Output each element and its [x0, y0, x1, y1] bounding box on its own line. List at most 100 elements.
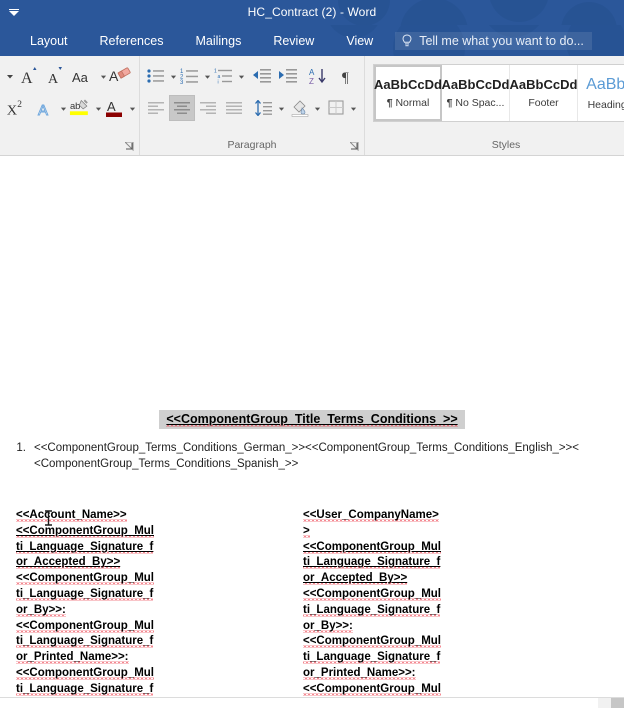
font-color-button[interactable]: A: [102, 95, 128, 121]
style-name-text: Normal: [395, 97, 430, 109]
left-field-by[interactable]: <<ComponentGroup_Multi_Language_Signatur…: [16, 571, 156, 618]
tell-me-label: Tell me what you want to do...: [419, 33, 584, 48]
borders-button[interactable]: [323, 95, 349, 121]
list-item[interactable]: 1. <<ComponentGroup_Terms_Conditions_Ger…: [12, 440, 582, 472]
merge-field-text: <<ComponentGroup_Multi_Language_Signatur…: [16, 666, 154, 697]
borders-icon: [328, 100, 344, 115]
style-item-footer[interactable]: AaBbCcDd Footer: [510, 65, 578, 121]
horizontal-scrollbar[interactable]: [0, 697, 624, 708]
tab-references[interactable]: References: [84, 25, 180, 56]
shading-caret[interactable]: [314, 95, 321, 121]
font-group-row-2: X 2 A ab A: [0, 92, 139, 124]
numbering-button[interactable]: 1 2 3: [177, 63, 203, 89]
paragraph-dialog-launcher[interactable]: [350, 142, 359, 151]
numbering-caret[interactable]: [204, 63, 211, 89]
styles-gallery[interactable]: AaBbCcDd ¶ Normal AaBbCcDd ¶ No Spac... …: [373, 64, 624, 122]
clear-formatting-button[interactable]: A: [107, 63, 135, 89]
multilevel-list-caret[interactable]: [238, 63, 245, 89]
align-left-icon: [148, 102, 164, 114]
bullets-button[interactable]: [143, 63, 169, 89]
style-item-no-spacing[interactable]: AaBbCcDd ¶ No Spac...: [442, 65, 510, 121]
merge-field-text: <<ComponentGroup_Multi_Language_Signatur…: [303, 682, 441, 697]
style-preview: AaBbC: [586, 75, 624, 93]
right-field-date[interactable]: <<ComponentGroup_Multi_Language_Signatur…: [303, 682, 443, 697]
shrink-font-button[interactable]: A: [43, 63, 69, 89]
shrink-font-icon: A: [48, 67, 62, 87]
ribbon-group-styles: AaBbCcDd ¶ Normal AaBbCcDd ¶ No Spac... …: [365, 56, 624, 155]
grow-font-button[interactable]: A: [17, 63, 43, 89]
font-dialog-launcher[interactable]: [125, 142, 134, 151]
style-item-normal[interactable]: AaBbCcDd ¶ Normal: [374, 65, 442, 121]
chevron-down-icon: [204, 75, 211, 79]
shading-button[interactable]: [287, 95, 313, 121]
list-item-number: 1.: [16, 442, 26, 454]
style-preview: AaBbCcDd: [374, 77, 442, 92]
title-merge-field[interactable]: <<ComponentGroup_Title_Terms_Conditions_…: [159, 410, 465, 429]
horizontal-scrollbar-track-end[interactable]: [611, 698, 624, 708]
borders-caret[interactable]: [350, 95, 357, 121]
show-formatting-marks-button[interactable]: ¶: [335, 63, 361, 89]
text-effects-button[interactable]: A: [33, 95, 59, 121]
line-spacing-button[interactable]: [251, 95, 277, 121]
svg-text:A: A: [107, 99, 116, 114]
superscript-icon: X 2: [7, 100, 22, 119]
title-merge-field-text: <<ComponentGroup_Title_Terms_Conditions_…: [166, 412, 458, 426]
horizontal-scrollbar-thumb[interactable]: [0, 698, 598, 708]
svg-text:2: 2: [17, 100, 22, 110]
highlight-icon: ab: [70, 99, 89, 116]
left-field-date[interactable]: <<ComponentGroup_Multi_Language_Signatur…: [16, 666, 156, 697]
font-color-caret[interactable]: [129, 95, 136, 121]
highlight-caret[interactable]: [95, 95, 102, 121]
increase-indent-button[interactable]: [275, 63, 301, 89]
justify-button[interactable]: [221, 95, 247, 121]
font-group-row-1: A A Aa A: [0, 60, 139, 92]
text-effects-caret[interactable]: [60, 95, 67, 121]
document-area[interactable]: <<ComponentGroup_Title_Terms_Conditions_…: [0, 156, 624, 697]
bullets-caret[interactable]: [170, 63, 177, 89]
merge-field-text: <<ComponentGroup_Multi_Language_Signatur…: [16, 524, 154, 569]
decrease-indent-button[interactable]: [249, 63, 275, 89]
tab-review[interactable]: Review: [257, 25, 330, 56]
style-item-heading-1[interactable]: AaBbC Heading 1: [578, 65, 624, 121]
align-right-button[interactable]: [195, 95, 221, 121]
merge-field-text: <<Account_Name>>: [16, 509, 127, 521]
align-left-button[interactable]: [143, 95, 169, 121]
svg-text:X: X: [7, 103, 17, 119]
lightbulb-icon: [402, 33, 412, 46]
styles-group-footer: Styles: [365, 135, 624, 155]
left-field-account-name[interactable]: <<Account_Name>>: [16, 508, 156, 524]
right-field-by[interactable]: <<ComponentGroup_Multi_Language_Signatur…: [303, 587, 443, 634]
document-page[interactable]: <<ComponentGroup_Title_Terms_Conditions_…: [0, 156, 624, 697]
sort-button[interactable]: A Z: [305, 63, 331, 89]
tab-view[interactable]: View: [330, 25, 389, 56]
right-field-accepted-by[interactable]: <<ComponentGroup_Multi_Language_Signatur…: [303, 540, 443, 587]
paragraph-group-footer: Paragraph: [140, 135, 364, 155]
font-color-icon: A: [106, 99, 122, 117]
right-field-user-company-name[interactable]: <<User_CompanyName>>: [303, 508, 443, 540]
superscript-button[interactable]: X 2: [3, 95, 33, 121]
change-case-caret[interactable]: [100, 63, 107, 89]
multilevel-list-button[interactable]: 1 a i: [211, 63, 237, 89]
font-size-combo-caret[interactable]: [3, 63, 17, 89]
align-right-icon: [200, 102, 216, 114]
line-spacing-icon: [255, 100, 272, 116]
chevron-down-icon: [314, 107, 321, 111]
text-highlight-color-button[interactable]: ab: [67, 95, 94, 121]
text-effects-icon: A: [38, 102, 49, 119]
right-field-printed-name[interactable]: <<ComponentGroup_Multi_Language_Signatur…: [303, 634, 443, 681]
tell-me-search[interactable]: Tell me what you want to do...: [395, 31, 592, 50]
style-name-text: Footer: [528, 97, 559, 109]
line-spacing-caret[interactable]: [278, 95, 285, 121]
left-field-printed-name[interactable]: <<ComponentGroup_Multi_Language_Signatur…: [16, 619, 156, 666]
tab-mailings[interactable]: Mailings: [179, 25, 257, 56]
align-center-button[interactable]: [169, 95, 195, 121]
style-preview: AaBbCcDd: [441, 77, 510, 92]
chevron-down-icon: [170, 75, 177, 79]
style-label: Footer: [528, 97, 558, 109]
svg-text:A: A: [21, 70, 33, 87]
tab-layout[interactable]: Layout: [14, 25, 84, 56]
align-center-icon: [174, 102, 190, 114]
change-case-button[interactable]: Aa: [69, 63, 99, 89]
style-label: ¶ Normal: [387, 97, 430, 109]
left-field-accepted-by[interactable]: <<ComponentGroup_Multi_Language_Signatur…: [16, 524, 156, 571]
